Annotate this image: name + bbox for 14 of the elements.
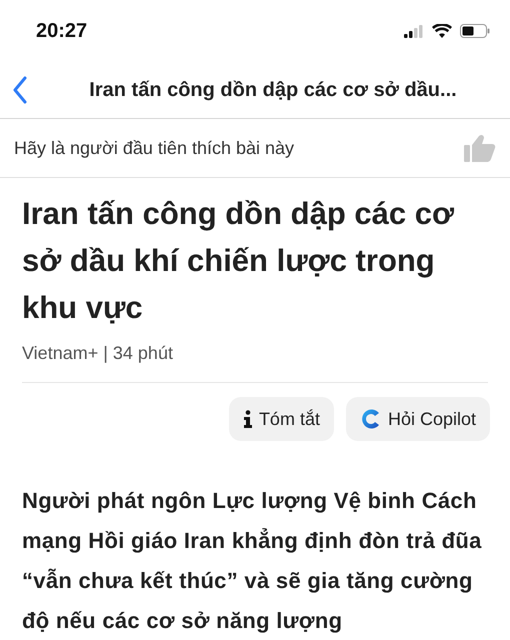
- signal-icon: [404, 24, 424, 38]
- ask-copilot-button[interactable]: Hỏi Copilot: [346, 397, 490, 441]
- battery-icon: [460, 24, 490, 38]
- summary-button[interactable]: Tóm tắt: [228, 397, 334, 441]
- info-icon: [242, 410, 253, 428]
- article-lead: Người phát ngôn Lực lượng Vệ binh Cách mạng Hồi giáo Iran khẳng định đòn trả đũa “vẫn chưa kết thúc” và sẽ gia tăng cường độ nếu các cơ sở năng lượng: [22, 487, 483, 635]
- wifi-icon: [432, 24, 452, 38]
- copilot-icon: [360, 408, 382, 430]
- article-title: Iran tấn công dồn dập các cơ sở dầu khí chiến lược trong khu vực: [22, 195, 456, 327]
- like-prompt: Hãy là người đầu tiên thích bài này: [14, 138, 294, 158]
- thumbs-up-icon[interactable]: [464, 134, 496, 162]
- nav-title: Iran tấn công dồn dập các cơ sở dầu...: [88, 78, 458, 102]
- status-time: 20:27: [36, 20, 88, 42]
- article-meta: Vietnam+ | 34 phút: [22, 343, 488, 383]
